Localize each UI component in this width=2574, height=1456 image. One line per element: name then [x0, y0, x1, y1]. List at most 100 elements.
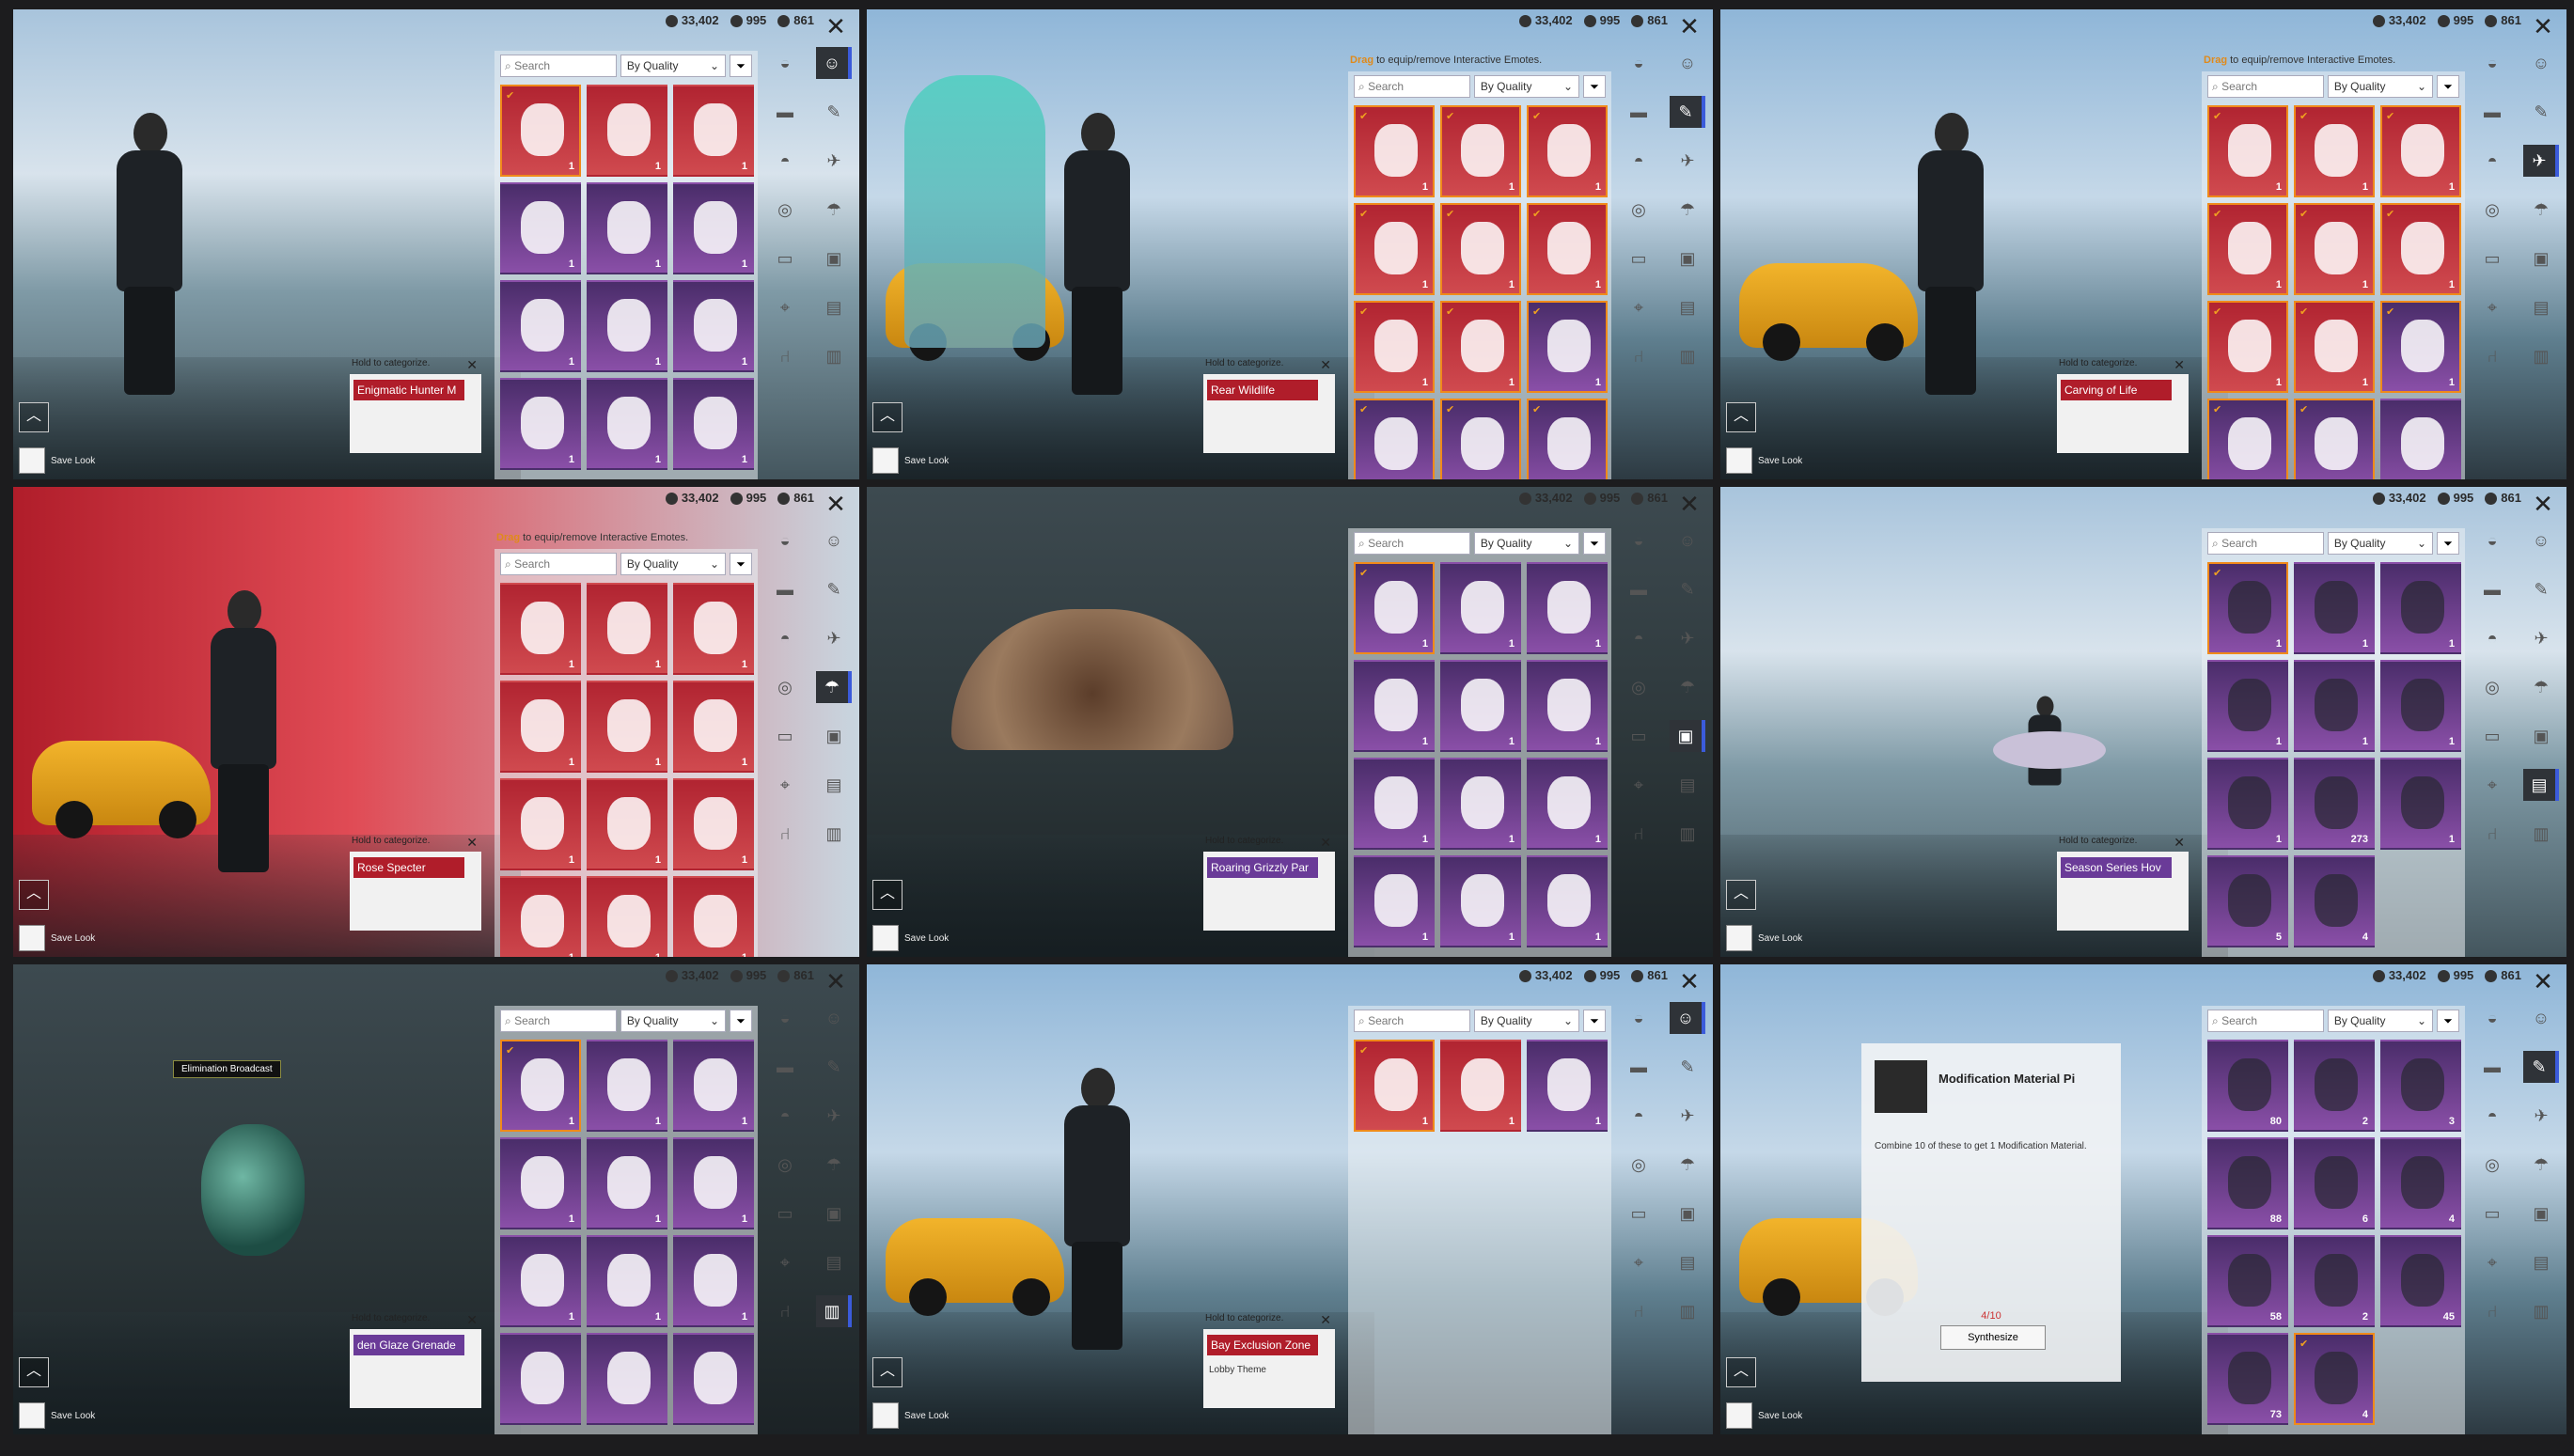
emote-icon[interactable]: ☺: [2525, 1002, 2557, 1034]
expand-button[interactable]: ︿: [19, 1357, 49, 1387]
crate-icon[interactable]: ▤: [2525, 1246, 2557, 1278]
inventory-item[interactable]: 1: [673, 182, 754, 274]
inventory-item[interactable]: 1: [673, 583, 754, 675]
item-name-card[interactable]: Rear Wildlife ✕: [1203, 357, 1335, 453]
search-input[interactable]: ⌕ Search: [1354, 75, 1470, 98]
inventory-item[interactable]: ✔ 1: [2380, 105, 2461, 197]
backpack-icon[interactable]: ▥: [816, 1295, 852, 1327]
box-icon[interactable]: ▣: [2525, 243, 2557, 274]
inventory-item[interactable]: 1: [2380, 660, 2461, 752]
inventory-item[interactable]: ✔: [1354, 399, 1435, 479]
hat-icon[interactable]: ◒: [1623, 47, 1655, 79]
inventory-item[interactable]: 1: [1527, 660, 1608, 752]
car-icon[interactable]: ▭: [1623, 1198, 1655, 1229]
inventory-item[interactable]: 1: [2294, 562, 2375, 654]
sort-dropdown[interactable]: By Quality ⌄: [620, 55, 726, 77]
hat-icon[interactable]: ◒: [769, 1002, 801, 1034]
inventory-item[interactable]: 2: [2294, 1235, 2375, 1327]
inventory-item[interactable]: 1: [500, 876, 581, 957]
save-look-button[interactable]: Save Look: [1726, 447, 1802, 474]
parachute-icon[interactable]: ☂: [2525, 194, 2557, 226]
character-model[interactable]: [107, 113, 192, 395]
inventory-item[interactable]: ✔: [1527, 399, 1608, 479]
inventory-item[interactable]: ✔ 1: [1354, 301, 1435, 393]
gun-icon[interactable]: ▬: [769, 573, 801, 605]
backpack-icon[interactable]: ▥: [2525, 1295, 2557, 1327]
chair-icon[interactable]: ⑁: [2476, 340, 2508, 372]
crate-icon[interactable]: ▤: [1672, 291, 1703, 323]
inventory-item[interactable]: 1: [1440, 562, 1521, 654]
inventory-item[interactable]: 1: [500, 182, 581, 274]
pin-icon[interactable]: ⌖: [2476, 1246, 2508, 1278]
pin-icon[interactable]: ⌖: [769, 1246, 801, 1278]
box-icon[interactable]: ▣: [2525, 720, 2557, 752]
inventory-item[interactable]: ✔ 1: [1440, 203, 1521, 295]
inventory-item[interactable]: ✔ 1: [500, 1040, 581, 1132]
inventory-item[interactable]: 1: [673, 85, 754, 177]
car-icon[interactable]: ▭: [2476, 243, 2508, 274]
inventory-item[interactable]: 58: [2207, 1235, 2288, 1327]
pin-icon[interactable]: ⌖: [1623, 291, 1655, 323]
crate-icon[interactable]: ▤: [2525, 291, 2557, 323]
car-icon[interactable]: ▭: [1623, 243, 1655, 274]
expand-button[interactable]: ︿: [1726, 1357, 1756, 1387]
inventory-item[interactable]: 73: [2207, 1333, 2288, 1425]
close-button[interactable]: ✕: [824, 492, 848, 517]
inventory-item[interactable]: 88: [2207, 1137, 2288, 1229]
gun-icon[interactable]: ▬: [2476, 573, 2508, 605]
item-name-card[interactable]: Roaring Grizzly Par ✕: [1203, 835, 1335, 931]
inventory-item[interactable]: 1: [500, 378, 581, 470]
inventory-item[interactable]: 1: [673, 280, 754, 372]
inventory-item[interactable]: 1: [1440, 855, 1521, 947]
inventory-item[interactable]: 1: [1440, 758, 1521, 850]
inventory-item[interactable]: 1: [1354, 660, 1435, 752]
filter-icon[interactable]: ⏷: [1583, 75, 1606, 98]
gun-icon[interactable]: ▬: [1623, 573, 1655, 605]
inventory-item[interactable]: 45: [2380, 1235, 2461, 1327]
inventory-item[interactable]: ✔ 1: [2207, 301, 2288, 393]
emote-icon[interactable]: ☺: [1672, 524, 1703, 556]
close-card-icon[interactable]: ✕: [2174, 357, 2185, 373]
inventory-item[interactable]: ✔ 1: [1354, 203, 1435, 295]
search-input[interactable]: ⌕ Search: [500, 1010, 617, 1032]
plane-icon[interactable]: ✈: [2523, 145, 2559, 177]
expand-button[interactable]: ︿: [872, 880, 902, 910]
inventory-item[interactable]: ✔: [2207, 399, 2288, 479]
wheel-icon[interactable]: ◎: [2476, 1149, 2508, 1181]
item-name-card[interactable]: Season Series Hov ✕: [2057, 835, 2189, 931]
item-name-card[interactable]: den Glaze Grenade ✕: [350, 1312, 481, 1408]
save-look-button[interactable]: Save Look: [19, 447, 95, 474]
expand-button[interactable]: ︿: [19, 880, 49, 910]
inventory-item[interactable]: ✔ 1: [1354, 562, 1435, 654]
hat-icon[interactable]: ◒: [1623, 1002, 1655, 1034]
chair-icon[interactable]: ⑁: [1623, 818, 1655, 850]
save-look-button[interactable]: Save Look: [1726, 925, 1802, 951]
box-icon[interactable]: ▣: [1670, 720, 1705, 752]
wheel-icon[interactable]: ◎: [769, 1149, 801, 1181]
wheel-icon[interactable]: ◎: [2476, 671, 2508, 703]
expand-button[interactable]: ︿: [872, 402, 902, 432]
spray-icon[interactable]: ✎: [1670, 96, 1705, 128]
crate-icon[interactable]: ▤: [818, 291, 850, 323]
spray-icon[interactable]: ✎: [2525, 573, 2557, 605]
sort-dropdown[interactable]: By Quality ⌄: [2327, 532, 2433, 555]
wheel-icon[interactable]: ◎: [2476, 194, 2508, 226]
expand-button[interactable]: ︿: [1726, 880, 1756, 910]
inventory-item[interactable]: [500, 1333, 581, 1425]
close-button[interactable]: ✕: [2531, 492, 2555, 517]
emote-icon[interactable]: ☺: [818, 1002, 850, 1034]
chair-icon[interactable]: ⑁: [2476, 818, 2508, 850]
close-button[interactable]: ✕: [1677, 14, 1702, 39]
helmet-icon[interactable]: ◓: [2476, 1100, 2508, 1132]
inventory-item[interactable]: 1: [500, 1137, 581, 1229]
car-icon[interactable]: ▭: [2476, 720, 2508, 752]
pin-icon[interactable]: ⌖: [1623, 769, 1655, 801]
character-model[interactable]: [1055, 113, 1139, 395]
close-card-icon[interactable]: ✕: [466, 835, 478, 851]
close-card-icon[interactable]: ✕: [1320, 357, 1331, 373]
spray-icon[interactable]: ✎: [818, 1051, 850, 1083]
close-card-icon[interactable]: ✕: [466, 357, 478, 373]
emote-icon[interactable]: ☺: [1670, 1002, 1705, 1034]
inventory-item[interactable]: 80: [2207, 1040, 2288, 1132]
inventory-item[interactable]: 4: [2294, 855, 2375, 947]
